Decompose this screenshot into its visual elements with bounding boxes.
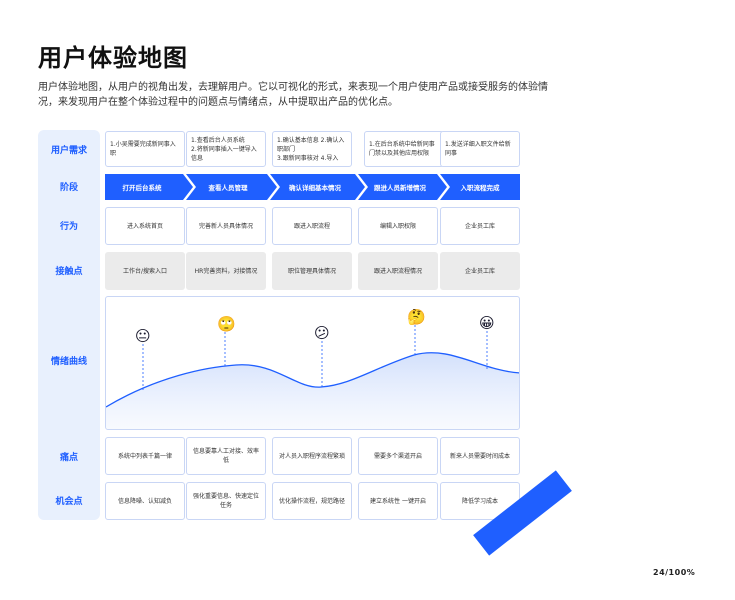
neutral-face-icon: 😐 (135, 327, 151, 345)
thinking-face-icon: 🤔 (407, 308, 426, 326)
opportunity-cell: 强化重要信息、快速定位任务 (186, 482, 266, 520)
touchpoint-cell: HR完善资料，对接情况 (186, 252, 266, 290)
need-cell: 1.确认基本信息 2.确认入职部门 3.跟新同事核对 4.导入 (272, 131, 352, 167)
eye-roll-face-icon: 🙄 (217, 315, 236, 333)
pain-cell: 需要多个渠道开启 (358, 437, 438, 475)
opportunity-cell: 优化操作流程，规范路径 (272, 482, 352, 520)
behavior-cell: 进入系统首页 (105, 207, 185, 245)
pain-cell: 信息要靠人工对接、效率低 (186, 437, 266, 475)
stage-label: 跟进人员新增情况 (374, 184, 426, 192)
page-description: 用户体验地图，从用户的视角出发，去理解用户。它以可视化的形式，来表现一个用户使用… (38, 82, 548, 108)
need-cell: 1.小吴需要完成新同事入职 (105, 131, 185, 167)
behavior-cell: 企业员工库 (440, 207, 520, 245)
need-cell: 1.在后台系统中给新同事 门禁以及其他应用权限 (364, 131, 444, 167)
emotion-curve-fill (106, 352, 519, 429)
confused-face-icon: 😕 (314, 324, 330, 342)
need-cell: 1.发送详细入职文件给新同事 (440, 131, 520, 167)
row-label-needs: 用户需求 (50, 146, 87, 156)
pain-cell: 新来人员需要时间成本 (440, 437, 520, 475)
happy-face-icon: 😀 (479, 314, 495, 332)
touchpoint-cell: 企业员工库 (440, 252, 520, 290)
row-label-emotion: 情绪曲线 (50, 357, 87, 367)
touchpoint-cell: 工作台/搜索入口 (105, 252, 185, 290)
row-label-stage: 阶段 (59, 183, 78, 193)
row-label-opportunity: 机会点 (55, 497, 83, 507)
emotion-curve (106, 325, 519, 429)
row-label-pain: 痛点 (59, 453, 78, 463)
behavior-cell: 完善新人员具体情况 (186, 207, 266, 245)
page-number: 24/100% (653, 568, 696, 577)
page-title: 用户体验地图 (38, 44, 188, 72)
stage-label: 入职流程完成 (460, 184, 500, 192)
pain-cell: 系统中列表千篇一律 (105, 437, 185, 475)
row-label-touchpoint: 接触点 (55, 267, 83, 277)
touchpoint-cell: 职位管理具体情况 (272, 252, 352, 290)
behavior-cell: 跟进入职流程 (272, 207, 352, 245)
stage-label: 查看人员管理 (208, 184, 248, 192)
pain-cell: 对人员入职程序流程繁琐 (272, 437, 352, 475)
emotion-curve-panel: 😐 🙄 😕 🤔 😀 (105, 296, 520, 430)
row-label-behavior: 行为 (59, 222, 78, 232)
need-cell: 1.查看后台人员系统 2.将新同事插入一键导入信息 (186, 131, 266, 167)
stage-label: 确认详细基本情况 (289, 184, 341, 192)
stage-label: 打开后台系统 (122, 184, 162, 192)
behavior-cell: 编辑入职权限 (358, 207, 438, 245)
touchpoint-cell: 跟进入职流程情况 (358, 252, 438, 290)
opportunity-cell: 信息降噪、认知减负 (105, 482, 185, 520)
opportunity-cell: 建立系统性 一键开启 (358, 482, 438, 520)
